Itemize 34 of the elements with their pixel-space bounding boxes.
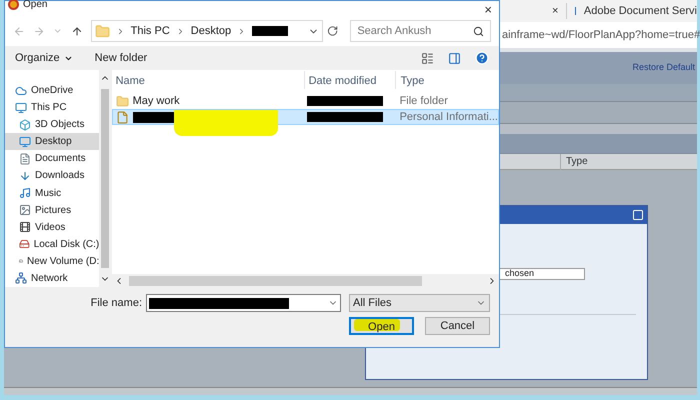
close-button[interactable]: × [484, 4, 492, 16]
tab-close-button[interactable]: × [552, 2, 558, 20]
file-row[interactable]: May work File folder [112, 93, 499, 109]
sidebar-item[interactable]: 3D Objects [5, 116, 100, 134]
browser-tab[interactable]: Adobe Document Servi [584, 2, 697, 20]
column-header[interactable]: Type [396, 72, 424, 89]
file-type: Personal Informati... [398, 110, 498, 125]
breadcrumb-item[interactable]: This PC [130, 22, 170, 40]
breadcrumb-item[interactable]: Desktop [190, 22, 232, 40]
file-type-dropdown[interactable]: All Files [349, 294, 490, 312]
sidebar-item[interactable]: Pictures [5, 202, 100, 219]
sidebar-item[interactable]: Desktop [5, 133, 100, 150]
file-type: File folder [398, 94, 448, 109]
toolbar-button[interactable]: Organize [15, 50, 73, 66]
sidebar-item[interactable]: Network [5, 270, 100, 287]
column-header[interactable]: Date modified [304, 72, 395, 89]
toolbar-button[interactable]: New folder [94, 50, 148, 66]
sidebar-item[interactable]: Local Disk (C:) [5, 236, 100, 253]
search-field[interactable]: Search Ankush [350, 20, 491, 42]
field-label: File name: [90, 296, 142, 311]
column-header[interactable]: Name [112, 72, 304, 89]
dialog-button[interactable]: Cancel [425, 317, 490, 335]
sidebar-item[interactable]: Music [5, 184, 100, 202]
sidebar-item[interactable]: OneDrive [5, 82, 100, 100]
sidebar-item[interactable]: Documents [5, 150, 100, 168]
restore-default-link[interactable]: Restore Default [632, 61, 695, 75]
column-header: Type [566, 155, 588, 169]
sidebar-item[interactable]: Videos [5, 218, 100, 236]
breadcrumb-bar[interactable]: This PC Desktop [90, 20, 324, 42]
sidebar-item[interactable]: New Volume (D: [5, 252, 100, 270]
file-name: May work [132, 94, 180, 109]
sidebar-item[interactable]: This PC [5, 99, 100, 116]
sidebar-item[interactable]: Downloads [5, 167, 100, 184]
dialog-button[interactable]: Open [349, 317, 414, 335]
